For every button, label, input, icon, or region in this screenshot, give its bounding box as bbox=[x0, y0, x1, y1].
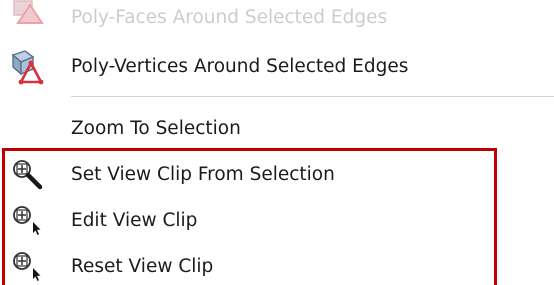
menu-item-label: Edit View Clip bbox=[71, 210, 198, 231]
menu-item-label: Reset View Clip bbox=[71, 256, 214, 277]
menu-item-label: Zoom To Selection bbox=[71, 118, 241, 139]
menu-item-label: Set View Clip From Selection bbox=[71, 164, 335, 185]
view-clip-cursor-icon bbox=[8, 202, 48, 240]
context-menu: Poly-Faces Around Selected Edges Poly-Ve… bbox=[0, 0, 554, 285]
menu-item-poly-vertices[interactable]: Poly-Vertices Around Selected Edges bbox=[0, 44, 554, 90]
poly-vertices-icon bbox=[8, 48, 48, 86]
menu-item-zoom-to-selection[interactable]: Zoom To Selection bbox=[0, 106, 554, 152]
menu-item-label: Poly-Vertices Around Selected Edges bbox=[71, 56, 409, 77]
view-clip-magnify-icon bbox=[8, 156, 48, 194]
poly-faces-icon bbox=[8, 0, 48, 37]
menu-item-poly-faces[interactable]: Poly-Faces Around Selected Edges bbox=[0, 0, 554, 41]
menu-item-edit-view-clip[interactable]: Edit View Clip bbox=[0, 198, 554, 244]
view-clip-cursor-icon bbox=[8, 248, 48, 285]
menu-item-reset-view-clip[interactable]: Reset View Clip bbox=[0, 244, 554, 285]
menu-item-label: Poly-Faces Around Selected Edges bbox=[71, 7, 388, 28]
menu-separator bbox=[71, 96, 554, 97]
menu-item-set-view-clip[interactable]: Set View Clip From Selection bbox=[0, 152, 554, 198]
